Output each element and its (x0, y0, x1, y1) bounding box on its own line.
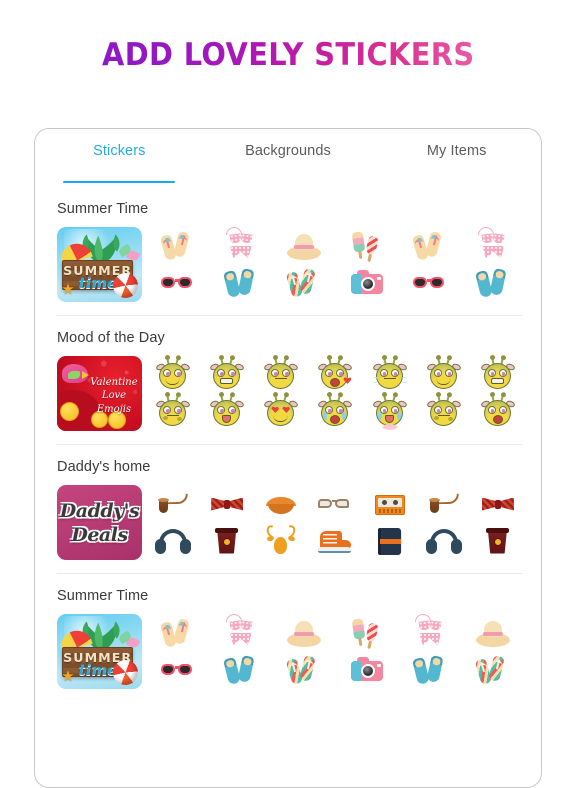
starfish-icon: ★ (61, 667, 75, 685)
giraffe-kiss-sticker[interactable] (317, 357, 354, 391)
bowtie-sticker[interactable] (209, 487, 245, 521)
flippers-sticker[interactable] (475, 266, 511, 300)
camera-sticker[interactable] (349, 266, 385, 300)
sticker-grid (146, 356, 525, 430)
bikini-sticker[interactable] (223, 613, 259, 650)
tab-my-items[interactable]: My Items (372, 143, 541, 187)
thumb-line-1: Daddy's (59, 499, 140, 522)
pipe-sticker[interactable] (155, 487, 191, 521)
giraffe-smile-sticker[interactable] (425, 357, 462, 391)
sticker-grid (146, 226, 525, 301)
glasses-sticker[interactable] (317, 487, 353, 521)
cassette-sticker[interactable] (372, 487, 408, 521)
tab-backgrounds-label: Backgrounds (245, 143, 331, 159)
tab-stickers[interactable]: Stickers (35, 143, 204, 187)
giraffe-steam-sticker[interactable] (371, 357, 408, 391)
sunglasses-sticker[interactable] (412, 266, 448, 300)
section-title: Summer Time (57, 588, 149, 604)
beach-ball-icon (112, 272, 138, 298)
emoji-face-icon (60, 401, 80, 421)
giraffe-shock-sticker[interactable] (209, 394, 245, 428)
giraffe-shock-sticker[interactable] (480, 394, 516, 428)
giraffe-spots-sticker[interactable] (155, 394, 191, 428)
tab-bar: Stickers Backgrounds My Items (35, 129, 541, 187)
sneaker-sticker[interactable] (317, 524, 353, 558)
stickers-panel: Stickers Backgrounds My Items Summer Tim… (34, 128, 542, 788)
bird-beak (81, 371, 89, 379)
section-title: Mood of the Day (57, 330, 165, 346)
sticker-packs-scroll-area[interactable]: Summer Time SUMMER time ★ Mood of the Da… (35, 187, 541, 787)
tab-stickers-label: Stickers (93, 143, 146, 159)
section-title: Summer Time (57, 201, 149, 217)
flipflops-striped-sticker[interactable] (475, 653, 511, 687)
giraffe-laugh-sticker[interactable] (317, 394, 354, 428)
giraffe-teeth-sticker[interactable] (209, 357, 245, 391)
pack-thumbnail-valentine-love-emojis[interactable]: Valentine Love Emojis (57, 356, 142, 431)
pack-thumbnail-summer-time[interactable]: SUMMER time ★ (57, 227, 142, 302)
flipflops-striped-sticker[interactable] (285, 653, 322, 687)
sunglasses-sticker[interactable] (160, 653, 196, 687)
sticker-pack-section: Summer Time SUMMER time ★ (35, 187, 541, 316)
coffee-sticker[interactable] (480, 524, 516, 558)
beach-ball-icon (112, 659, 138, 685)
flipflops-sticker[interactable] (159, 616, 196, 650)
tab-backgrounds[interactable]: Backgrounds (204, 143, 373, 187)
giraffe-teeth-sticker[interactable] (480, 357, 516, 391)
notebook-sticker[interactable] (372, 524, 408, 558)
giraffe-tongue-sticker[interactable] (371, 394, 408, 430)
sunhat-sticker[interactable] (286, 229, 322, 263)
section-body: SUMMER time ★ (35, 613, 541, 689)
sticker-pack-section: Mood of the Day Valentine Love Emojis (35, 316, 541, 445)
deer-sticker[interactable] (263, 522, 299, 558)
thumb-text: Valentine Love Emojis (89, 376, 138, 417)
section-body: Daddy's Deals (35, 485, 541, 560)
giraffe-wink-sticker[interactable] (263, 357, 300, 391)
popsicle-sticker[interactable] (349, 229, 385, 263)
bikini-sticker[interactable] (223, 226, 259, 263)
flippers-sticker[interactable] (412, 653, 448, 687)
bowtie-sticker[interactable] (480, 487, 516, 521)
popsicle-sticker[interactable] (349, 616, 385, 650)
starfish-icon: ★ (61, 280, 75, 298)
lips-sticker[interactable] (263, 487, 299, 521)
page-title: ADD LOVELY STICKERS (101, 37, 475, 73)
sticker-pack-section: Daddy's home Daddy's Deals (35, 445, 541, 574)
tab-active-underline (63, 180, 176, 183)
sticker-grid (146, 485, 525, 559)
camera-sticker[interactable] (349, 653, 385, 687)
sunhat-sticker[interactable] (475, 616, 511, 650)
sticker-grid (146, 613, 525, 688)
flipflops-striped-sticker[interactable] (285, 266, 322, 300)
flipflops-sticker[interactable] (159, 229, 196, 263)
bikini-sticker[interactable] (475, 226, 511, 263)
tab-my-items-label: My Items (426, 143, 487, 159)
section-body: SUMMER time ★ (35, 226, 541, 302)
page-header: ADD LOVELY STICKERS (0, 0, 576, 110)
section-title: Daddy's home (57, 459, 151, 475)
sticker-pack-section: Summer Time SUMMER time ★ (35, 574, 541, 689)
bikini-sticker[interactable] (412, 613, 448, 650)
bird-wing (68, 371, 81, 379)
pack-thumbnail-summer-time[interactable]: SUMMER time ★ (57, 614, 142, 689)
flippers-sticker[interactable] (222, 266, 259, 300)
flipflops-sticker[interactable] (412, 229, 448, 263)
pipe-sticker[interactable] (426, 487, 462, 521)
giraffe-love-sticker[interactable] (263, 394, 300, 428)
section-body: Valentine Love Emojis (35, 356, 541, 431)
flippers-sticker[interactable] (222, 653, 259, 687)
pack-thumbnail-daddys-deals[interactable]: Daddy's Deals (57, 485, 142, 560)
sunglasses-sticker[interactable] (160, 266, 196, 300)
headphones-sticker[interactable] (155, 524, 192, 558)
giraffe-spots-sticker[interactable] (425, 394, 462, 428)
sunhat-sticker[interactable] (286, 616, 322, 650)
coffee-sticker[interactable] (209, 524, 245, 558)
giraffe-smile-sticker[interactable] (155, 357, 191, 391)
headphones-sticker[interactable] (425, 524, 462, 558)
thumb-line-2: Deals (71, 523, 128, 546)
thumb-line-2: Love Emojis (96, 390, 132, 415)
thumb-line-1: Valentine (90, 376, 138, 388)
